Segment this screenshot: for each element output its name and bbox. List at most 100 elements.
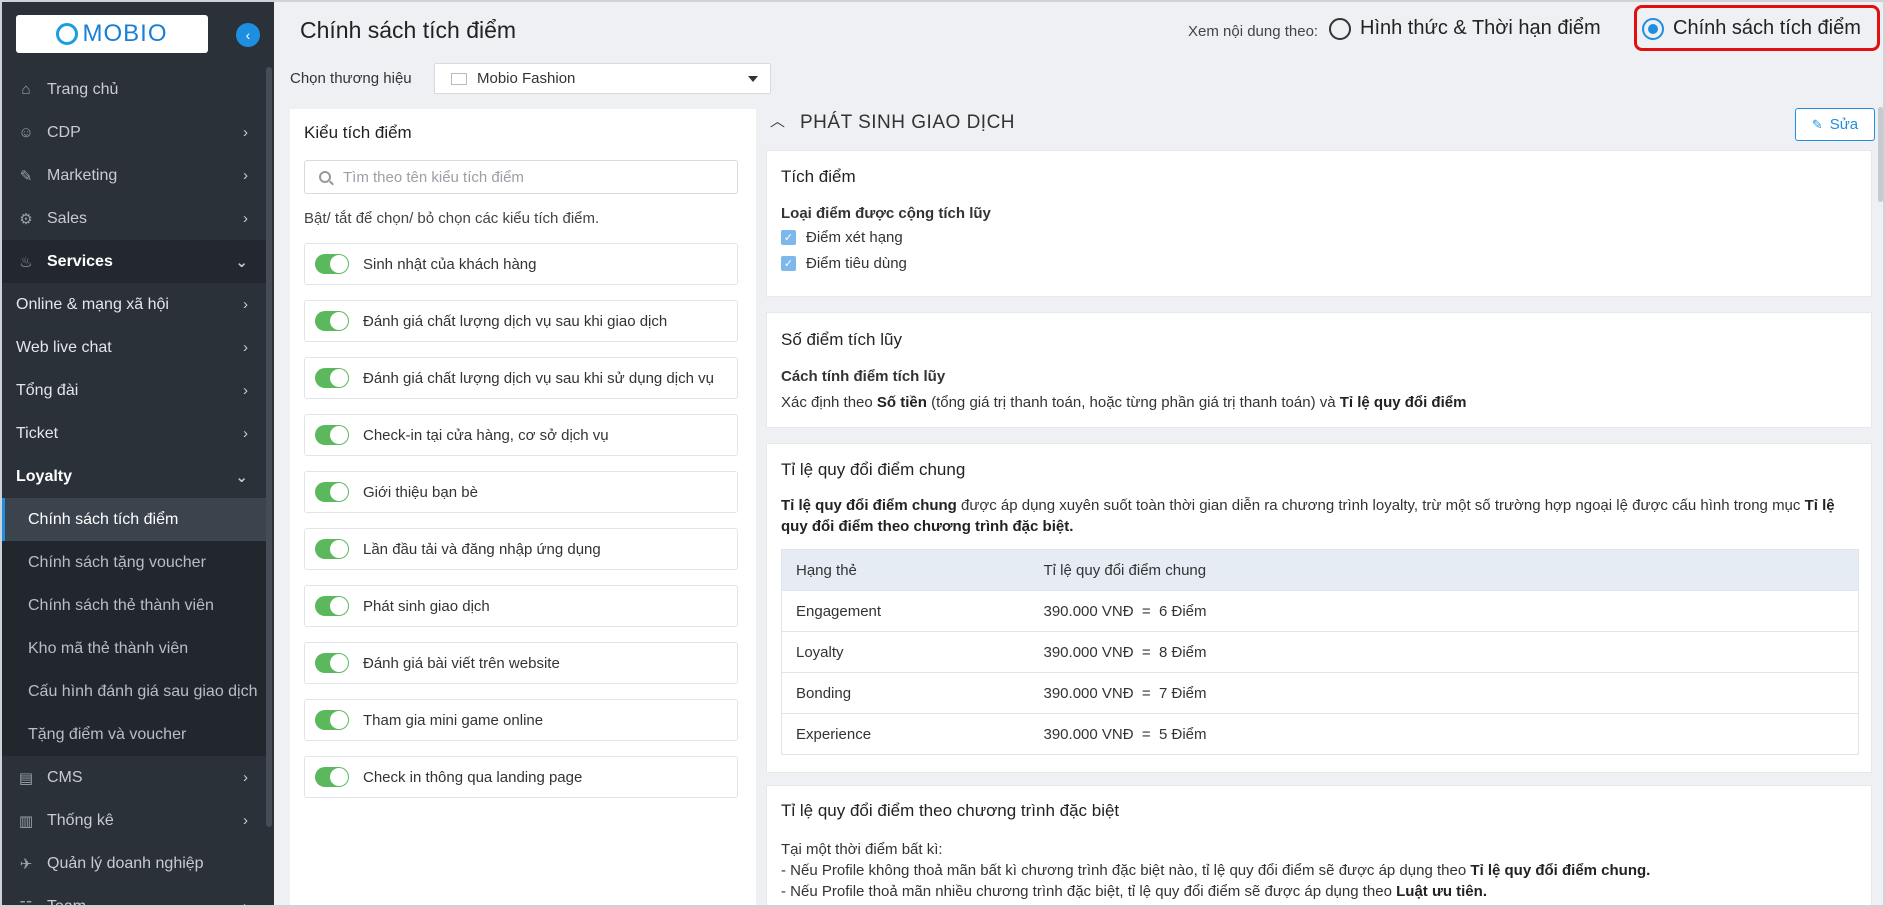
search-input[interactable]: Tìm theo tên kiểu tích điểm: [304, 160, 738, 194]
chevron-right-icon: ›: [243, 898, 248, 907]
page-title: Chính sách tích điểm: [300, 17, 517, 43]
rate-card: Tỉ lệ quy đổi điểm chung Tỉ lệ quy đổi đ…: [766, 443, 1872, 773]
toggle-switch[interactable]: [315, 425, 349, 445]
list-item[interactable]: Phát sinh giao dịch: [304, 585, 738, 627]
list-item[interactable]: Giới thiệu bạn bè: [304, 471, 738, 513]
card-title: Tỉ lệ quy đổi điểm theo chương trình đặc…: [781, 801, 1120, 820]
radio-hinh-thuc-thoi-han[interactable]: Hình thức & Thời hạn điểm: [1329, 17, 1601, 40]
sidebar-item-marketing[interactable]: ✎ Marketing ›: [2, 154, 266, 197]
sidebar-scrollbar[interactable]: [266, 67, 272, 827]
chevron-right-icon: ›: [243, 812, 248, 829]
method-label: Cách tính điểm tích lũy: [781, 368, 946, 385]
sidebar-item-services[interactable]: ♨ Services ⌄: [2, 240, 266, 283]
sidebar-item-cdp[interactable]: ☺ CDP ›: [2, 111, 266, 154]
sidebar-item-trang-chu[interactable]: ⌂ Trang chủ: [2, 68, 266, 111]
sidebar-subitem-kho-ma[interactable]: Kho mã thẻ thành viên: [2, 627, 266, 670]
list-item[interactable]: Lần đầu tải và đăng nhập ứng dụng: [304, 528, 738, 570]
tier-cell: Engagement: [781, 590, 1044, 632]
chevron-right-icon: ›: [243, 339, 248, 356]
special-rate-card: Tỉ lệ quy đổi điểm theo chương trình đặc…: [766, 785, 1872, 905]
toggle-switch[interactable]: [315, 311, 349, 331]
sidebar-item-quan-ly[interactable]: ✈ Quản lý doanh nghiệp: [2, 842, 266, 885]
list-item-label: Check-in tại cửa hàng, cơ sở dịch vụ: [363, 426, 609, 444]
main-content: Chính sách tích điểm Xem nội dung theo: …: [274, 2, 1883, 905]
chevron-up-icon[interactable]: ︿: [770, 110, 785, 131]
toggle-switch[interactable]: [315, 767, 349, 787]
radio-unchecked-icon: [1329, 17, 1351, 40]
sidebar-item-sales[interactable]: ⚙ Sales ›: [2, 197, 266, 240]
list-item-label: Đánh giá chất lượng dịch vụ sau khi giao…: [363, 312, 668, 330]
toggle-switch[interactable]: [315, 539, 349, 559]
brand-label: Chọn thương hiệu: [290, 70, 412, 87]
sidebar-item-team[interactable]: ☷ Team ›: [2, 885, 266, 907]
sidebar-item-label: Loyalty: [16, 467, 73, 485]
sidebar-subitem-voucher[interactable]: Chính sách tặng voucher: [2, 541, 266, 584]
sidebar-item-label: Tổng đài: [16, 381, 79, 399]
list-item[interactable]: Check-in tại cửa hàng, cơ sở dịch vụ: [304, 414, 738, 456]
view-by-label: Xem nội dung theo:: [1188, 23, 1319, 40]
sidebar-item-cms[interactable]: ▤ CMS ›: [2, 756, 266, 799]
sidebar-item-label: Thống kê: [47, 811, 114, 829]
toggle-switch[interactable]: [315, 653, 349, 673]
sidebar-item-thong-ke[interactable]: ▥ Thống kê ›: [2, 799, 266, 842]
tier-cell: Loyalty: [781, 631, 1044, 673]
accumulation-types-panel: Kiểu tích điểm Tìm theo tên kiểu tích đi…: [290, 109, 756, 905]
radio-chinh-sach-tich-diem[interactable]: Chính sách tích điểm: [1642, 17, 1861, 40]
point-type-label: Loại điểm được cộng tích lũy: [781, 205, 991, 222]
sidebar-item-tong-dai[interactable]: Tổng đài ›: [2, 369, 266, 412]
list-item[interactable]: Tham gia mini game online: [304, 699, 738, 741]
tier-cell: Bonding: [781, 672, 1044, 714]
sidebar-item-label: CMS: [47, 768, 83, 786]
sidebar-subitem-chinh-sach-tich-diem[interactable]: Chính sách tích điểm: [2, 498, 266, 541]
table-header-rate: Tỉ lệ quy đổi điểm chung: [1043, 549, 1859, 591]
chevron-right-icon: ›: [243, 425, 248, 442]
toggle-switch[interactable]: [315, 710, 349, 730]
list-item-label: Phát sinh giao dịch: [363, 597, 490, 615]
card-title: Số điểm tích lũy: [781, 330, 902, 349]
sidebar-item-label: CDP: [47, 123, 81, 141]
special-line-1: - Nếu Profile không thoả mãn bất kì chươ…: [781, 862, 1651, 879]
toggle-switch[interactable]: [315, 254, 349, 274]
toggle-switch[interactable]: [315, 596, 349, 616]
sidebar-item-loyalty[interactable]: Loyalty ⌄: [2, 455, 266, 498]
brand-select[interactable]: Mobio Fashion: [434, 63, 771, 94]
sidebar-subitem-tang-diem[interactable]: Tặng điểm và voucher: [2, 713, 266, 756]
chevron-right-icon: ›: [243, 296, 248, 313]
list-item-label: Sinh nhật của khách hàng: [363, 255, 537, 273]
sidebar-item-label: Quản lý doanh nghiệp: [47, 854, 204, 872]
table-row: Loyalty 390.000 VNĐ = 8 Điểm: [781, 631, 1859, 673]
table-header-tier: Hạng thẻ: [781, 549, 1044, 591]
checkbox-checked-icon: ✓: [781, 230, 796, 245]
list-item[interactable]: Đánh giá chất lượng dịch vụ sau khi giao…: [304, 300, 738, 342]
checkbox-diem-tieu-dung[interactable]: ✓ Điểm tiêu dùng: [781, 255, 907, 272]
sidebar-item-online[interactable]: Online & mạng xã hội ›: [2, 283, 266, 326]
edit-button[interactable]: ✎ Sửa: [1795, 108, 1875, 141]
megaphone-icon: ✎: [19, 167, 33, 185]
search-placeholder: Tìm theo tên kiểu tích điểm: [343, 168, 524, 186]
collapse-sidebar-button[interactable]: ‹: [236, 23, 260, 47]
list-item[interactable]: Sinh nhật của khách hàng: [304, 243, 738, 285]
chevron-down-icon: ⌄: [235, 468, 248, 486]
special-line-2: - Nếu Profile thoả mãn nhiều chương trìn…: [781, 883, 1487, 900]
checkbox-diem-xet-hang[interactable]: ✓ Điểm xét hạng: [781, 229, 903, 246]
toggle-list: Sinh nhật của khách hàng Đánh giá chất l…: [304, 243, 738, 813]
mobio-logo[interactable]: MOBIO: [16, 15, 208, 53]
main-scrollbar[interactable]: [1878, 107, 1883, 202]
list-item[interactable]: Đánh giá chất lượng dịch vụ sau khi sử d…: [304, 357, 738, 399]
sidebar-subitem-the-thanh-vien[interactable]: Chính sách thẻ thành viên: [2, 584, 266, 627]
home-icon: ⌂: [21, 81, 31, 98]
list-item[interactable]: Check in thông qua landing page: [304, 756, 738, 798]
sidebar-item-label: Sales: [47, 209, 88, 227]
team-icon: ☷: [19, 898, 33, 907]
sidebar-nav: ⌂ Trang chủ ☺ CDP › ✎ Marketing › ⚙ Sale…: [2, 68, 266, 907]
sidebar-subitem-cau-hinh-danh-gia[interactable]: Cấu hình đánh giá sau giao dịch: [2, 670, 266, 713]
edit-button-label: Sửa: [1829, 116, 1859, 133]
card-title: Tích điểm: [781, 167, 856, 186]
toggle-switch[interactable]: [315, 368, 349, 388]
toggle-switch[interactable]: [315, 482, 349, 502]
list-item[interactable]: Đánh giá bài viết trên website: [304, 642, 738, 684]
sidebar-item-label: Team: [47, 897, 87, 907]
sidebar-item-ticket[interactable]: Ticket ›: [2, 412, 266, 455]
search-icon: [319, 171, 331, 183]
sidebar-item-web-live-chat[interactable]: Web live chat ›: [2, 326, 266, 369]
